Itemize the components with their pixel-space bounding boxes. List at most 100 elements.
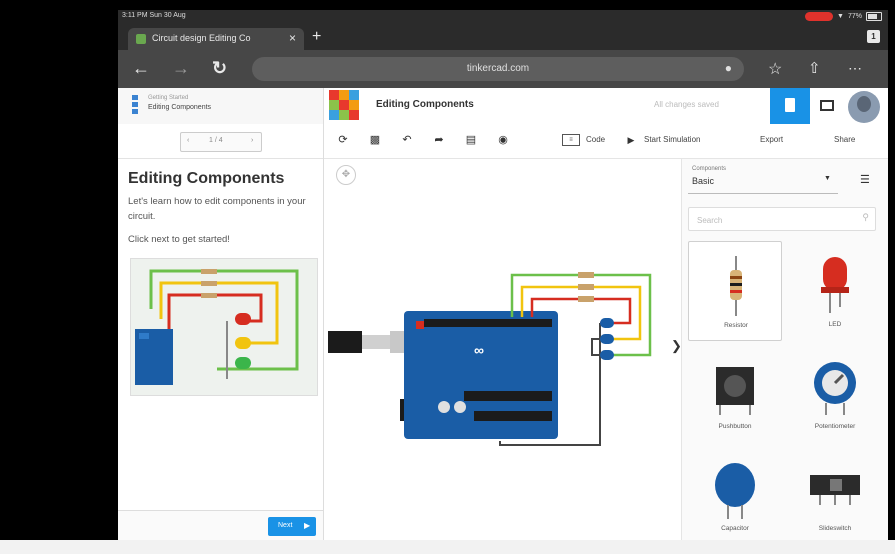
list-view-icon[interactable]: ☰ xyxy=(860,173,870,186)
editor-toolbar: ⟳ ▩ ↶ ➦ ▤ ◉ ≡ Code ▶ Start Simulation Ex… xyxy=(324,124,888,159)
slideswitch-icon xyxy=(810,475,860,505)
lesson-illustration xyxy=(130,258,318,396)
wifi-icon: ▼ xyxy=(837,13,844,20)
close-tab-icon[interactable]: × xyxy=(289,31,296,45)
divider xyxy=(118,158,323,159)
tab-title: Circuit design Editing Co xyxy=(152,33,251,43)
lesson-selector[interactable]: Getting Started Editing Components xyxy=(118,88,324,124)
usb-cable xyxy=(328,331,362,353)
recording-indicator xyxy=(805,12,834,21)
component-led[interactable]: LED xyxy=(788,241,882,341)
browser-nav-bar: ← → ↻ tinkercad.com ● ☆ ⇧ ⋯ xyxy=(118,50,888,88)
device-screen: 3:11 PM Sun 30 Aug ▼ 77% Circuit design … xyxy=(118,10,888,540)
code-icon[interactable]: ≡ xyxy=(562,134,580,146)
browser-tab[interactable]: Circuit design Editing Co × xyxy=(128,28,304,50)
led-icon xyxy=(821,257,849,313)
undo-icon[interactable]: ↶ xyxy=(400,133,414,147)
device-bezel-right xyxy=(888,0,895,554)
component-pushbutton[interactable]: Pushbutton xyxy=(688,343,782,443)
start-simulation-button[interactable]: Start Simulation xyxy=(644,135,700,144)
search-input[interactable] xyxy=(695,212,849,228)
blocks-view-icon[interactable] xyxy=(820,100,834,111)
search-icon: ⚲ xyxy=(862,212,869,222)
chevron-down-icon: ▼ xyxy=(824,175,831,182)
export-button[interactable]: Export xyxy=(760,135,783,144)
favicon-icon xyxy=(136,34,146,44)
next-arrow-icon: ▶ xyxy=(304,521,311,530)
component-label: Slideswitch xyxy=(818,525,852,532)
share-icon[interactable]: ⇧ xyxy=(808,59,821,77)
lesson-panel: ‹ 1 / 4 › Editing Components Let's learn… xyxy=(118,124,324,540)
svg-text:∞: ∞ xyxy=(474,342,484,358)
component-label: LED xyxy=(828,321,842,328)
mic-icon[interactable]: ● xyxy=(725,61,732,75)
browser-tab-strip: Circuit design Editing Co × + 1 xyxy=(118,24,888,50)
next-button[interactable]: Next ▶ xyxy=(268,517,316,536)
lesson-circuit-illustration xyxy=(135,269,299,385)
battery-percent: 77% xyxy=(847,13,862,20)
lesson-category: Getting Started xyxy=(148,95,189,101)
component-label: Pushbutton xyxy=(718,423,752,430)
status-indicators: ▼ 77% xyxy=(805,12,882,21)
tab-count-button[interactable]: 1 xyxy=(867,30,880,43)
share-button[interactable]: Share xyxy=(834,135,855,144)
components-dropdown[interactable]: Components Basic ▼ xyxy=(688,163,838,194)
components-dropdown-label: Components xyxy=(692,166,727,172)
device-bezel-bottom xyxy=(0,540,895,554)
component-label: Resistor xyxy=(724,322,748,329)
circuit-view-button[interactable] xyxy=(770,88,810,124)
component-resistor[interactable]: Resistor xyxy=(688,241,782,341)
tinkercad-logo[interactable] xyxy=(329,90,359,120)
component-capacitor[interactable]: Capacitor xyxy=(688,445,782,540)
star-icon[interactable]: ☆ xyxy=(768,59,782,79)
component-slideswitch[interactable]: Slideswitch xyxy=(788,445,882,540)
avatar[interactable] xyxy=(848,91,880,123)
code-button[interactable]: Code xyxy=(586,135,605,144)
more-icon[interactable]: ⋯ xyxy=(848,60,863,77)
notes-icon[interactable]: ▤ xyxy=(464,133,478,147)
forward-icon[interactable]: → xyxy=(172,58,190,79)
component-search[interactable]: ⚲ xyxy=(688,207,876,231)
play-icon[interactable]: ▶ xyxy=(624,133,638,147)
pager-next-icon[interactable]: › xyxy=(251,137,253,144)
redo-icon[interactable]: ➦ xyxy=(432,133,446,147)
potentiometer-icon xyxy=(814,362,856,415)
app-header: Getting Started Editing Components Editi… xyxy=(118,88,888,125)
save-status: All changes saved xyxy=(654,100,719,109)
lesson-instruction: Click next to get started! xyxy=(128,234,230,245)
lesson-footer: Next ▶ xyxy=(118,510,323,540)
fit-view-icon[interactable]: ✥ xyxy=(336,165,356,185)
pager-prev-icon[interactable]: ‹ xyxy=(187,137,189,144)
circuit-canvas[interactable]: ✥ ∞ xyxy=(324,159,669,540)
status-time: 3:11 PM Sun 30 Aug xyxy=(122,12,186,19)
component-label: Potentiometer xyxy=(814,423,856,430)
pager-label: 1 / 4 xyxy=(209,137,223,144)
lesson-name: Editing Components xyxy=(148,104,212,111)
next-button-label: Next xyxy=(278,522,293,529)
status-bar: 3:11 PM Sun 30 Aug ▼ 77% xyxy=(118,10,888,24)
reload-icon[interactable]: ↻ xyxy=(212,58,227,79)
circuit-view-icon xyxy=(785,98,795,112)
address-bar[interactable]: tinkercad.com ● xyxy=(252,57,744,81)
delete-icon[interactable]: ▩ xyxy=(368,133,382,147)
components-dropdown-value: Basic xyxy=(692,176,715,186)
rotate-icon[interactable]: ⟳ xyxy=(336,133,350,147)
design-title[interactable]: Editing Components xyxy=(376,99,474,110)
lesson-description: Let's learn how to edit components in yo… xyxy=(128,196,306,222)
arduino-circuit: ∞ xyxy=(328,272,652,446)
back-icon[interactable]: ← xyxy=(132,58,150,79)
device-bezel-top xyxy=(0,0,895,10)
component-label: Capacitor xyxy=(721,525,749,532)
lesson-title: Editing Components xyxy=(128,170,285,187)
capacitor-icon xyxy=(715,463,755,519)
components-panel: Components Basic ▼ ☰ ⚲ Resistor xyxy=(681,159,888,540)
pushbutton-icon xyxy=(716,367,754,415)
visibility-icon[interactable]: ◉ xyxy=(496,133,510,147)
resistor-icon xyxy=(730,256,742,316)
battery-icon xyxy=(866,12,882,21)
lesson-icon xyxy=(132,95,138,114)
component-potentiometer[interactable]: Potentiometer xyxy=(788,343,882,443)
address-url: tinkercad.com xyxy=(466,63,530,74)
lesson-pager: ‹ 1 / 4 › xyxy=(180,132,262,152)
new-tab-icon[interactable]: + xyxy=(312,28,321,46)
